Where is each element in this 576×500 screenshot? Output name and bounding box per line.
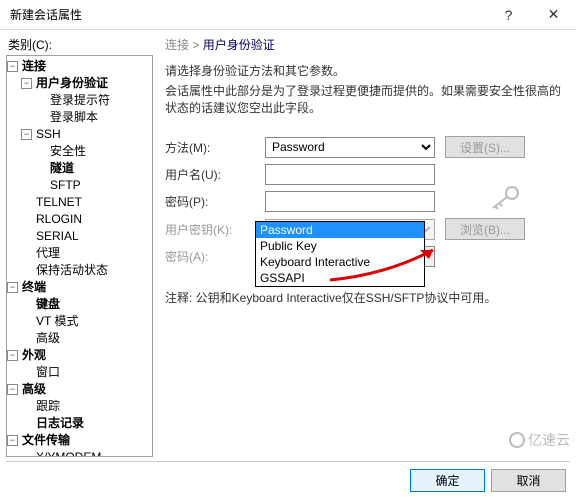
tree-item-keyboard[interactable]: 键盘 — [21, 296, 152, 313]
browse-button[interactable]: 浏览(B)... — [445, 218, 525, 240]
tree-item-appearance[interactable]: −外观 — [7, 347, 152, 364]
collapse-icon[interactable]: − — [7, 350, 18, 361]
description-1: 请选择身份验证方法和其它参数。 — [165, 63, 562, 80]
dropdown-item-password[interactable]: Password — [256, 222, 424, 238]
collapse-icon[interactable]: − — [21, 129, 32, 140]
category-panel: 类别(C): −连接 −用户身份验证 登录提示符 登录脚本 — [0, 30, 155, 455]
tree-item-terminal[interactable]: −终端 — [7, 279, 152, 296]
method-select[interactable]: Password — [265, 137, 435, 158]
cancel-button[interactable]: 取消 — [491, 469, 566, 492]
collapse-icon[interactable]: − — [7, 384, 18, 395]
tree-item-security[interactable]: 安全性 — [35, 143, 152, 160]
username-input[interactable] — [265, 164, 435, 185]
tree-item-serial[interactable]: SERIAL — [21, 228, 152, 245]
tree-item-window[interactable]: 窗口 — [21, 364, 152, 381]
category-label: 类别(C): — [6, 36, 153, 53]
note-text: 注释: 公钥和Keyboard Interactive仅在SSH/SFTP协议中… — [165, 289, 562, 306]
dialog-footer: 确定 取消 — [410, 469, 566, 492]
collapse-icon[interactable]: − — [7, 61, 18, 72]
ok-button[interactable]: 确定 — [410, 469, 485, 492]
tree-item-vtmode[interactable]: VT 模式 — [21, 313, 152, 330]
username-label: 用户名(U): — [165, 166, 255, 183]
footer-separator — [6, 461, 570, 462]
tree-item-sftp[interactable]: SFTP — [35, 177, 152, 194]
titlebar: 新建会话属性 ? ✕ — [0, 0, 576, 30]
watermark: 亿速云 — [509, 430, 570, 450]
tree-item-auth[interactable]: −用户身份验证 — [21, 75, 152, 92]
userkey-label: 用户密钥(K): — [165, 221, 255, 238]
password-label: 密码(P): — [165, 193, 255, 210]
setup-button[interactable]: 设置(S)... — [445, 136, 525, 158]
category-tree[interactable]: −连接 −用户身份验证 登录提示符 登录脚本 −SSH 安 — [6, 55, 153, 457]
tree-item-rlogin[interactable]: RLOGIN — [21, 211, 152, 228]
tree-item-advanced2[interactable]: −高级 — [7, 381, 152, 398]
annotation-arrow — [325, 245, 445, 285]
password-input[interactable] — [265, 191, 435, 212]
breadcrumb: 连接 > 用户身份验证 — [165, 36, 562, 53]
collapse-icon[interactable]: − — [7, 282, 18, 293]
tree-item-log[interactable]: 日志记录 — [21, 415, 152, 432]
main-area: 类别(C): −连接 −用户身份验证 登录提示符 登录脚本 — [0, 30, 576, 455]
breadcrumb-parent: 连接 — [165, 38, 189, 52]
tree-item-ssh[interactable]: −SSH — [21, 126, 152, 143]
breadcrumb-current: 用户身份验证 — [203, 38, 275, 52]
tree-item-xymodem[interactable]: X/YMODEM — [21, 449, 152, 457]
tree-item-connection[interactable]: −连接 — [7, 58, 152, 75]
detail-panel: 连接 > 用户身份验证 请选择身份验证方法和其它参数。 会话属性中此部分是为了登… — [155, 30, 576, 455]
tree-item-tunnel[interactable]: 隧道 — [35, 160, 152, 177]
tree-item-login-prompt[interactable]: 登录提示符 — [35, 92, 152, 109]
tree-item-keepalive[interactable]: 保持活动状态 — [21, 262, 152, 279]
passphrase-label: 密码(A): — [165, 248, 255, 265]
tree-item-filetransfer[interactable]: −文件传输 — [7, 432, 152, 449]
key-icon — [445, 166, 525, 211]
watermark-logo-icon — [509, 432, 525, 448]
tree-item-trace[interactable]: 跟踪 — [21, 398, 152, 415]
description-2: 会话属性中此部分是为了登录过程更便捷而提供的。如果需要安全性很高的状态的话建议您… — [165, 83, 562, 117]
window-title: 新建会话属性 — [10, 6, 486, 23]
tree-item-proxy[interactable]: 代理 — [21, 245, 152, 262]
tree-item-advanced[interactable]: 高级 — [21, 330, 152, 347]
tree-item-telnet[interactable]: TELNET — [21, 194, 152, 211]
collapse-icon[interactable]: − — [21, 78, 32, 89]
method-label: 方法(M): — [165, 139, 255, 156]
close-button[interactable]: ✕ — [531, 0, 576, 30]
help-button[interactable]: ? — [486, 0, 531, 30]
breadcrumb-sep: > — [192, 38, 199, 52]
collapse-icon[interactable]: − — [7, 435, 18, 446]
tree-item-login-script[interactable]: 登录脚本 — [35, 109, 152, 126]
